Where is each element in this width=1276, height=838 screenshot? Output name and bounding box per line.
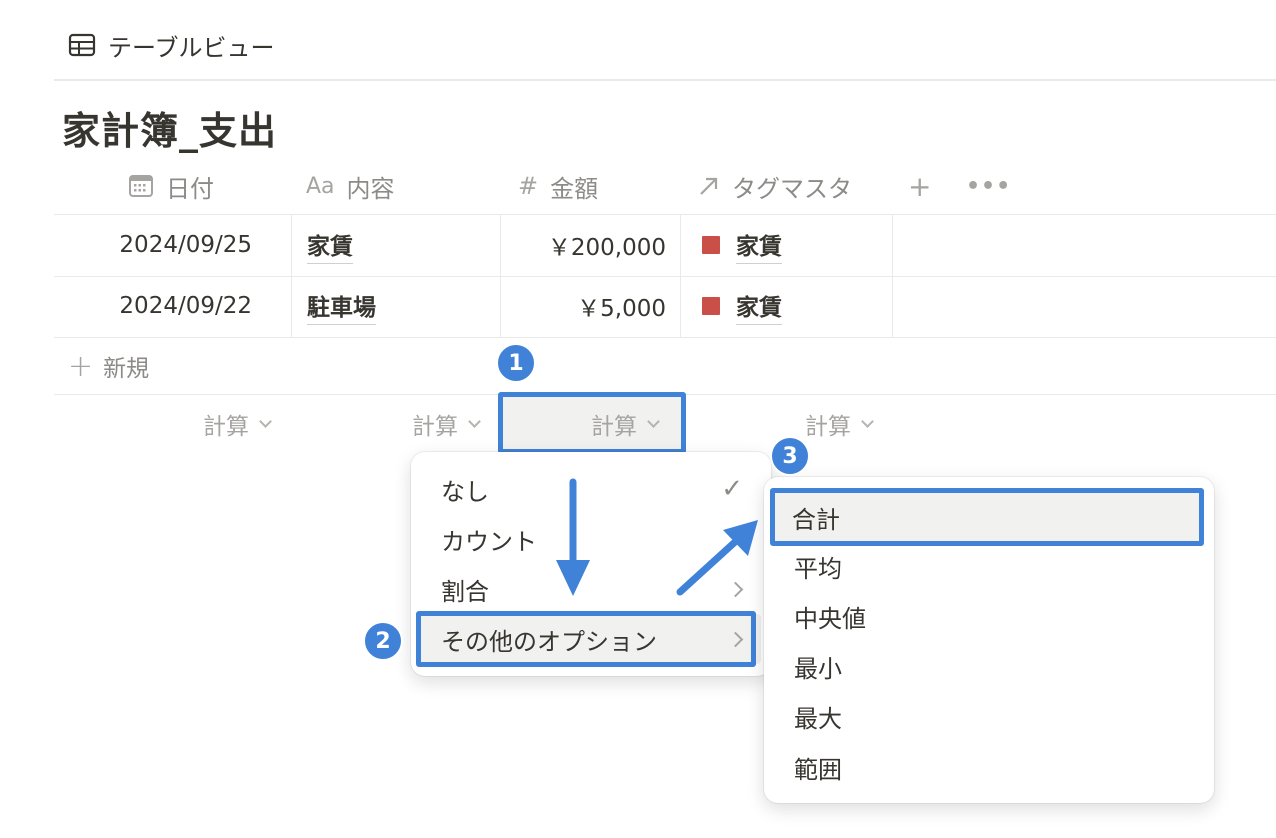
tag-color-icon [702,297,720,315]
content-link[interactable]: 家賃 [307,227,353,264]
menu-item-label: カウント [441,527,537,556]
number-type-icon: # [518,172,539,200]
column-header-content[interactable]: Aa 内容 [306,166,395,206]
table-cell-content[interactable]: 駐車場 [307,276,487,336]
view-tab-table[interactable]: テーブルビュー [68,28,275,62]
relation-arrow-icon [700,177,718,195]
content-link[interactable]: 駐車場 [307,288,376,325]
step-badge-3: 3 [770,436,810,476]
text-type-icon: Aa [306,173,335,199]
add-property-button[interactable]: + [908,166,931,206]
menu-item-percent[interactable]: 割合 [411,564,771,614]
calendar-icon [129,175,153,197]
column-header-label: 日付 [166,174,214,203]
column-header-label: タグマスタ [732,174,852,203]
column-divider [291,215,292,337]
calc-button-date[interactable]: 計算 [203,406,272,442]
calc-button-tag[interactable]: 計算 [805,406,874,442]
tag-link[interactable]: 家賃 [736,227,782,264]
tag-color-icon [702,236,720,254]
column-divider [680,215,681,337]
view-tab-label: テーブルビュー [108,33,275,62]
menu-item-label: なし [441,477,489,506]
column-header-label: 内容 [346,174,395,203]
table-icon [68,33,96,57]
more-options-button[interactable]: ••• [966,166,1011,206]
highlight-box-step-1 [498,392,686,454]
step-badge-2: 2 [363,621,403,661]
submenu-item-average[interactable]: 平均 [764,541,1214,591]
menu-item-count[interactable]: カウント [411,514,771,564]
tag-link[interactable]: 家賃 [736,288,782,325]
submenu-item-label: 最大 [794,704,842,733]
calc-label: 計算 [805,414,851,440]
page-title[interactable]: 家計簿_支出 [62,100,277,155]
column-header-amount[interactable]: # 金額 [518,166,598,206]
calc-label: 計算 [203,414,249,440]
column-divider [892,215,893,337]
submenu-item-label: 最小 [794,654,842,683]
chevron-down-icon [259,415,272,428]
plus-icon: + [68,348,94,384]
submenu-item-label: 範囲 [794,755,842,784]
calc-button-content[interactable]: 計算 [412,406,481,442]
step-badge-1: 1 [496,343,536,383]
table-cell-content[interactable]: 家賃 [307,215,487,275]
table-cell-tag[interactable]: 家賃 [702,215,882,275]
table-cell-amount[interactable]: ￥5,000 [500,276,666,336]
submenu-item-median[interactable]: 中央値 [764,591,1214,641]
table-cell-date[interactable]: 2024/09/22 [60,276,252,336]
chevron-down-icon [861,415,874,428]
submenu-item-range[interactable]: 範囲 [764,742,1214,792]
column-header-tag[interactable]: タグマスタ [698,166,852,206]
checkmark-icon: ✓ [721,474,743,504]
divider [54,79,1276,81]
menu-item-label: 割合 [441,577,489,606]
submenu-item-label: 中央値 [794,604,866,633]
calc-label: 計算 [412,414,458,440]
column-header-label: 金額 [550,174,599,203]
row-divider [54,337,1276,338]
menu-item-none[interactable]: なし ✓ [411,464,771,514]
chevron-right-icon [727,581,744,597]
chevron-down-icon [468,415,481,428]
submenu-item-min[interactable]: 最小 [764,641,1214,691]
table-cell-tag[interactable]: 家賃 [702,276,882,336]
new-row-label: 新規 [103,356,150,382]
table-cell-amount[interactable]: ￥200,000 [500,215,666,275]
highlight-box-step-3 [770,488,1204,546]
column-header-date[interactable]: 日付 [128,166,214,206]
table-cell-date[interactable]: 2024/09/25 [60,215,252,275]
submenu-item-label: 平均 [794,554,842,583]
submenu-item-max[interactable]: 最大 [764,691,1214,741]
highlight-box-step-2 [416,611,756,667]
new-row-button[interactable]: + 新規 [68,348,149,384]
